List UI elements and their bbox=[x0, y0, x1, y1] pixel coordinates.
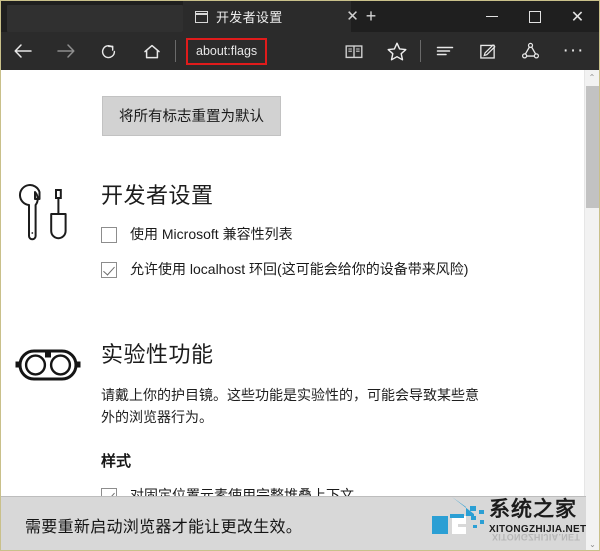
close-icon[interactable]: ✕ bbox=[344, 8, 361, 25]
forward-button[interactable] bbox=[44, 32, 87, 70]
scrollbar-thumb[interactable] bbox=[586, 86, 599, 208]
checkbox-row-compat-list[interactable]: 使用 Microsoft 兼容性列表 bbox=[101, 226, 566, 244]
address-bar-highlight: about:flags bbox=[186, 38, 267, 65]
goggles-icon bbox=[15, 337, 101, 522]
refresh-icon bbox=[99, 42, 118, 61]
forward-arrow-icon bbox=[56, 42, 76, 60]
favorites-button[interactable] bbox=[375, 32, 418, 70]
maximize-button[interactable] bbox=[513, 1, 556, 32]
address-bar-container: about:flags bbox=[178, 32, 332, 70]
tab-bar: 开发者设置 ✕ + ✕ bbox=[1, 1, 599, 32]
section-experimental-features: 实验性功能 请戴上你的护目镜。这些功能是实验性的，可能会导致某些意外的浏览器行为… bbox=[1, 337, 586, 522]
section-title: 实验性功能 bbox=[101, 337, 566, 369]
minimize-button[interactable] bbox=[470, 1, 513, 32]
home-button[interactable] bbox=[130, 32, 173, 70]
address-input[interactable]: about:flags bbox=[196, 44, 257, 58]
book-icon bbox=[344, 43, 364, 60]
pencil-note-icon bbox=[478, 42, 497, 61]
section-developer-settings: 开发者设置 使用 Microsoft 兼容性列表 允许使用 localhost … bbox=[1, 178, 586, 295]
scroll-down-button[interactable]: ⌄ bbox=[585, 537, 600, 551]
toolbar-right-actions: ··· bbox=[332, 32, 599, 70]
subsection-title-styles: 样式 bbox=[101, 450, 566, 471]
browser-window: 开发者设置 ✕ + ✕ bbox=[0, 0, 600, 551]
reset-all-flags-button[interactable]: 将所有标志重置为默认 bbox=[102, 96, 281, 136]
toolbar-divider-2 bbox=[420, 40, 421, 62]
flags-page: 将所有标志重置为默认 开发者设置 使用 Micr bbox=[1, 70, 586, 551]
page-content: 将所有标志重置为默认 开发者设置 使用 Micr bbox=[1, 70, 586, 551]
maximize-icon bbox=[529, 11, 541, 23]
share-icon bbox=[521, 42, 540, 61]
hub-lines-icon bbox=[435, 43, 455, 59]
ellipsis-icon: ··· bbox=[563, 46, 585, 56]
page-icon bbox=[195, 11, 208, 23]
notification-text: 需要重新启动浏览器才能让更改生效。 bbox=[25, 513, 302, 537]
scroll-up-button[interactable]: ⌃ bbox=[585, 70, 599, 85]
section-title: 开发者设置 bbox=[101, 178, 566, 210]
restart-notification-bar: 需要重新启动浏览器才能让更改生效。 bbox=[1, 496, 586, 551]
tools-icon bbox=[15, 178, 101, 295]
web-note-button[interactable] bbox=[466, 32, 509, 70]
tab-title: 开发者设置 bbox=[216, 7, 283, 26]
navigation-toolbar: about:flags bbox=[1, 32, 599, 70]
reading-view-button[interactable] bbox=[332, 32, 375, 70]
checkbox-compat-list[interactable] bbox=[101, 227, 117, 243]
section-body: 实验性功能 请戴上你的护目镜。这些功能是实验性的，可能会导致某些意外的浏览器行为… bbox=[101, 337, 586, 522]
star-icon bbox=[386, 41, 408, 62]
home-icon bbox=[142, 42, 162, 61]
close-button[interactable]: ✕ bbox=[556, 1, 599, 32]
toolbar-divider bbox=[175, 40, 176, 62]
checkbox-label: 允许使用 localhost 环回(这可能会给你的设备带来风险) bbox=[130, 261, 468, 279]
tab-inactive[interactable] bbox=[7, 5, 183, 32]
section-body: 开发者设置 使用 Microsoft 兼容性列表 允许使用 localhost … bbox=[101, 178, 586, 295]
back-button[interactable] bbox=[1, 32, 44, 70]
hub-button[interactable] bbox=[423, 32, 466, 70]
page-scrollbar[interactable]: ⌃ ⌄ bbox=[584, 70, 599, 551]
back-arrow-icon bbox=[13, 42, 33, 60]
share-button[interactable] bbox=[509, 32, 552, 70]
tab-active-developer-settings[interactable]: 开发者设置 bbox=[183, 1, 351, 32]
checkbox-localhost-loopback[interactable] bbox=[101, 262, 117, 278]
refresh-button[interactable] bbox=[87, 32, 130, 70]
more-button[interactable]: ··· bbox=[552, 32, 595, 70]
section-description: 请戴上你的护目镜。这些功能是实验性的，可能会导致某些意外的浏览器行为。 bbox=[101, 385, 481, 428]
checkbox-row-localhost-loopback[interactable]: 允许使用 localhost 环回(这可能会给你的设备带来风险) bbox=[101, 261, 566, 279]
window-controls: ✕ bbox=[470, 1, 599, 32]
checkbox-label: 使用 Microsoft 兼容性列表 bbox=[130, 226, 293, 244]
